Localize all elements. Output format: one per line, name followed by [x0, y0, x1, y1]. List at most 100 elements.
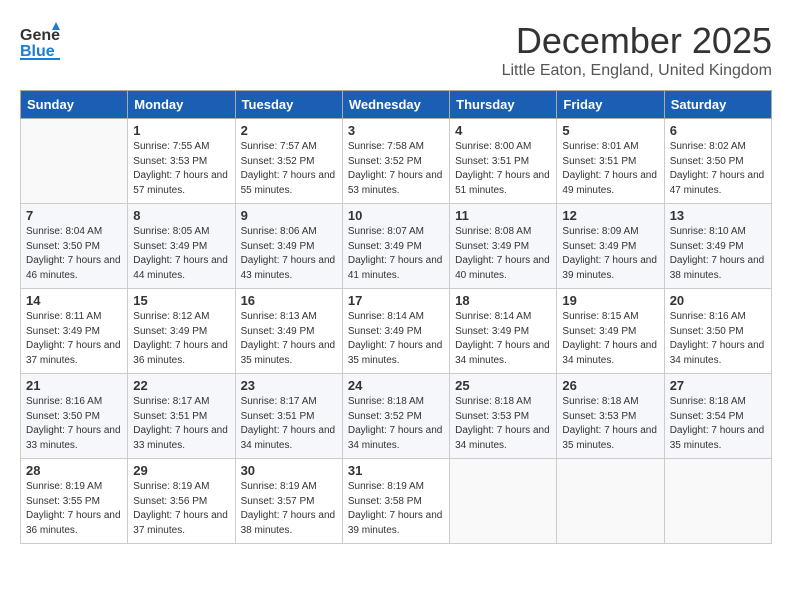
calendar-body: 1 Sunrise: 7:55 AMSunset: 3:53 PMDaylight…	[21, 119, 772, 544]
calendar-cell: 21 Sunrise: 8:16 AMSunset: 3:50 PMDayligh…	[21, 374, 128, 459]
day-number: 16	[241, 293, 337, 308]
cell-info: Sunrise: 8:10 AMSunset: 3:49 PMDaylight:…	[670, 225, 766, 283]
day-number: 6	[670, 123, 766, 138]
svg-text:Blue: Blue	[20, 43, 55, 60]
day-number: 28	[26, 463, 122, 478]
month-title: December 2025	[502, 20, 772, 62]
day-number: 31	[348, 463, 444, 478]
calendar-cell: 29 Sunrise: 8:19 AMSunset: 3:56 PMDayligh…	[128, 459, 235, 544]
day-number: 20	[670, 293, 766, 308]
calendar-cell: 1 Sunrise: 7:55 AMSunset: 3:53 PMDaylight…	[128, 119, 235, 204]
cell-info: Sunrise: 8:00 AMSunset: 3:51 PMDaylight:…	[455, 140, 551, 198]
cell-info: Sunrise: 8:11 AMSunset: 3:49 PMDaylight:…	[26, 310, 122, 368]
calendar-cell: 20 Sunrise: 8:16 AMSunset: 3:50 PMDayligh…	[664, 289, 771, 374]
day-number: 26	[562, 378, 658, 393]
cell-info: Sunrise: 8:13 AMSunset: 3:49 PMDaylight:…	[241, 310, 337, 368]
calendar-cell: 9 Sunrise: 8:06 AMSunset: 3:49 PMDaylight…	[235, 204, 342, 289]
cell-info: Sunrise: 8:19 AMSunset: 3:57 PMDaylight:…	[241, 480, 337, 538]
cell-info: Sunrise: 8:04 AMSunset: 3:50 PMDaylight:…	[26, 225, 122, 283]
calendar-cell: 8Sunrise: 8:05 AMSunset: 3:49 PMDaylight…	[128, 204, 235, 289]
day-number: 24	[348, 378, 444, 393]
calendar-cell	[557, 459, 664, 544]
calendar-table: SundayMondayTuesdayWednesdayThursdayFrid…	[20, 90, 772, 544]
calendar-cell: 25 Sunrise: 8:18 AMSunset: 3:53 PMDayligh…	[450, 374, 557, 459]
calendar-week-row: 14Sunrise: 8:11 AMSunset: 3:49 PMDayligh…	[21, 289, 772, 374]
calendar-cell: 24 Sunrise: 8:18 AMSunset: 3:52 PMDayligh…	[342, 374, 449, 459]
day-number: 30	[241, 463, 337, 478]
cell-info: Sunrise: 8:14 AMSunset: 3:49 PMDaylight:…	[455, 310, 551, 368]
day-number: 10	[348, 208, 444, 223]
day-number: 25	[455, 378, 551, 393]
calendar-week-row: 1 Sunrise: 7:55 AMSunset: 3:53 PMDaylight…	[21, 119, 772, 204]
cell-info: Sunrise: 8:01 AMSunset: 3:51 PMDaylight:…	[562, 140, 658, 198]
cell-info: Sunrise: 8:06 AMSunset: 3:49 PMDaylight:…	[241, 225, 337, 283]
cell-info: Sunrise: 8:16 AMSunset: 3:50 PMDaylight:…	[26, 395, 122, 453]
day-header-sunday: Sunday	[21, 91, 128, 119]
calendar-cell: 17 Sunrise: 8:14 AMSunset: 3:49 PMDayligh…	[342, 289, 449, 374]
cell-info: Sunrise: 8:14 AMSunset: 3:49 PMDaylight:…	[348, 310, 444, 368]
day-number: 19	[562, 293, 658, 308]
calendar-cell	[664, 459, 771, 544]
day-header-friday: Friday	[557, 91, 664, 119]
cell-info: Sunrise: 8:18 AMSunset: 3:52 PMDaylight:…	[348, 395, 444, 453]
cell-info: Sunrise: 7:58 AMSunset: 3:52 PMDaylight:…	[348, 140, 444, 198]
day-number: 13	[670, 208, 766, 223]
calendar-cell: 26 Sunrise: 8:18 AMSunset: 3:53 PMDayligh…	[557, 374, 664, 459]
cell-info: Sunrise: 8:08 AMSunset: 3:49 PMDaylight:…	[455, 225, 551, 283]
day-number: 15	[133, 293, 229, 308]
day-number: 4	[455, 123, 551, 138]
day-number: 18	[455, 293, 551, 308]
cell-info: Sunrise: 8:05 AMSunset: 3:49 PMDaylight:…	[133, 225, 229, 283]
calendar-cell: 14Sunrise: 8:11 AMSunset: 3:49 PMDayligh…	[21, 289, 128, 374]
cell-info: Sunrise: 8:19 AMSunset: 3:55 PMDaylight:…	[26, 480, 122, 538]
location: Little Eaton, England, United Kingdom	[502, 62, 772, 80]
calendar-cell: 3 Sunrise: 7:58 AMSunset: 3:52 PMDaylight…	[342, 119, 449, 204]
calendar-cell: 31 Sunrise: 8:19 AMSunset: 3:58 PMDayligh…	[342, 459, 449, 544]
cell-info: Sunrise: 8:18 AMSunset: 3:54 PMDaylight:…	[670, 395, 766, 453]
day-number: 27	[670, 378, 766, 393]
day-header-wednesday: Wednesday	[342, 91, 449, 119]
cell-info: Sunrise: 8:18 AMSunset: 3:53 PMDaylight:…	[562, 395, 658, 453]
calendar-cell: 18 Sunrise: 8:14 AMSunset: 3:49 PMDayligh…	[450, 289, 557, 374]
day-number: 9	[241, 208, 337, 223]
cell-info: Sunrise: 8:09 AMSunset: 3:49 PMDaylight:…	[562, 225, 658, 283]
cell-info: Sunrise: 8:17 AMSunset: 3:51 PMDaylight:…	[241, 395, 337, 453]
logo: General Blue	[20, 20, 60, 60]
cell-info: Sunrise: 8:19 AMSunset: 3:58 PMDaylight:…	[348, 480, 444, 538]
cell-info: Sunrise: 7:55 AMSunset: 3:53 PMDaylight:…	[133, 140, 229, 198]
calendar-cell: 27 Sunrise: 8:18 AMSunset: 3:54 PMDayligh…	[664, 374, 771, 459]
calendar-cell: 13 Sunrise: 8:10 AMSunset: 3:49 PMDayligh…	[664, 204, 771, 289]
calendar-cell: 6 Sunrise: 8:02 AMSunset: 3:50 PMDaylight…	[664, 119, 771, 204]
calendar-cell: 7Sunrise: 8:04 AMSunset: 3:50 PMDaylight…	[21, 204, 128, 289]
cell-info: Sunrise: 8:02 AMSunset: 3:50 PMDaylight:…	[670, 140, 766, 198]
day-number: 29	[133, 463, 229, 478]
title-area: December 2025 Little Eaton, England, Uni…	[502, 20, 772, 80]
calendar-cell: 11Sunrise: 8:08 AMSunset: 3:49 PMDayligh…	[450, 204, 557, 289]
calendar-cell	[450, 459, 557, 544]
day-header-saturday: Saturday	[664, 91, 771, 119]
cell-info: Sunrise: 8:07 AMSunset: 3:49 PMDaylight:…	[348, 225, 444, 283]
cell-info: Sunrise: 8:18 AMSunset: 3:53 PMDaylight:…	[455, 395, 551, 453]
day-header-monday: Monday	[128, 91, 235, 119]
day-number: 2	[241, 123, 337, 138]
calendar-cell: 22Sunrise: 8:17 AMSunset: 3:51 PMDayligh…	[128, 374, 235, 459]
calendar-header-row: SundayMondayTuesdayWednesdayThursdayFrid…	[21, 91, 772, 119]
day-number: 1	[133, 123, 229, 138]
cell-info: Sunrise: 8:17 AMSunset: 3:51 PMDaylight:…	[133, 395, 229, 453]
cell-info: Sunrise: 8:19 AMSunset: 3:56 PMDaylight:…	[133, 480, 229, 538]
calendar-cell: 19 Sunrise: 8:15 AMSunset: 3:49 PMDayligh…	[557, 289, 664, 374]
cell-info: Sunrise: 8:15 AMSunset: 3:49 PMDaylight:…	[562, 310, 658, 368]
day-number: 21	[26, 378, 122, 393]
day-number: 12	[562, 208, 658, 223]
calendar-cell	[21, 119, 128, 204]
calendar-cell: 16 Sunrise: 8:13 AMSunset: 3:49 PMDayligh…	[235, 289, 342, 374]
page-header: General Blue December 2025 Little Eaton,…	[20, 20, 772, 80]
calendar-cell: 2Sunrise: 7:57 AMSunset: 3:52 PMDaylight…	[235, 119, 342, 204]
day-number: 17	[348, 293, 444, 308]
day-number: 3	[348, 123, 444, 138]
cell-info: Sunrise: 8:16 AMSunset: 3:50 PMDaylight:…	[670, 310, 766, 368]
calendar-cell: 15Sunrise: 8:12 AMSunset: 3:49 PMDayligh…	[128, 289, 235, 374]
calendar-cell: 4 Sunrise: 8:00 AMSunset: 3:51 PMDaylight…	[450, 119, 557, 204]
day-header-tuesday: Tuesday	[235, 91, 342, 119]
day-header-thursday: Thursday	[450, 91, 557, 119]
